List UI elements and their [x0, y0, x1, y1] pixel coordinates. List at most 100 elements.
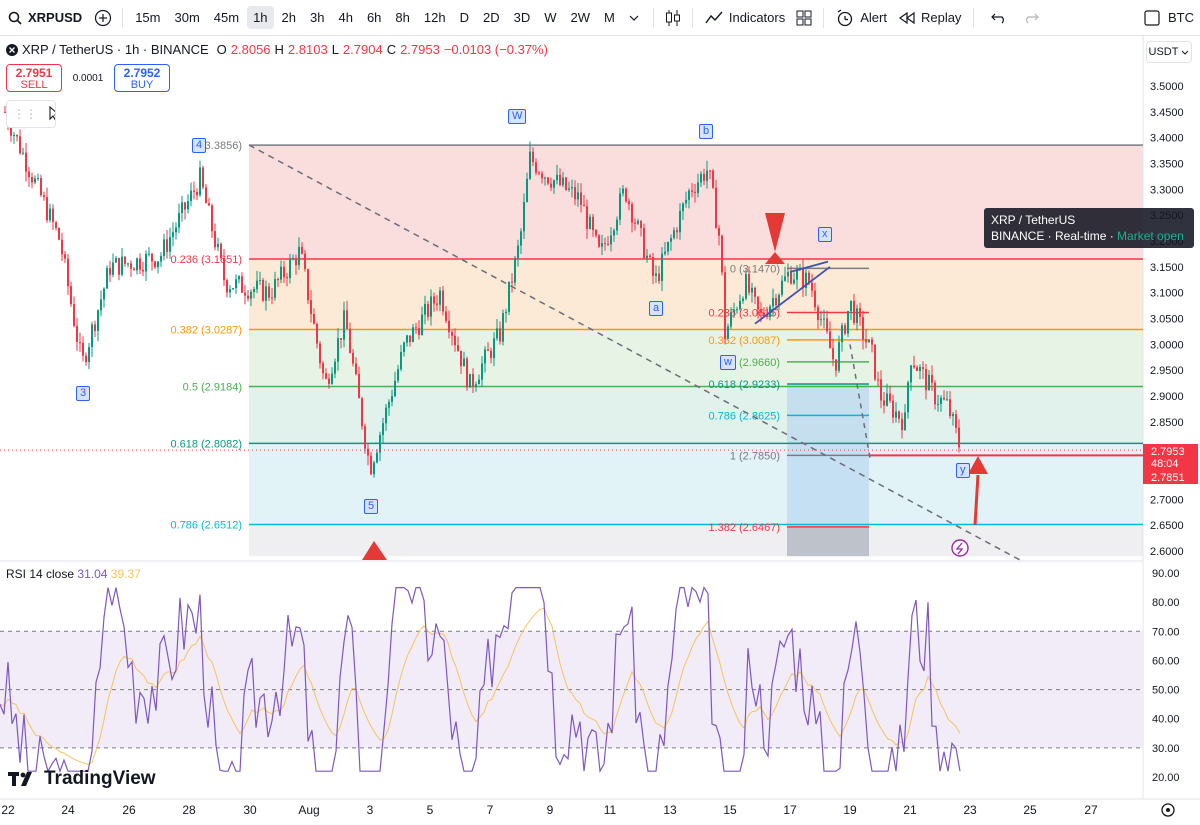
rsi-value: 31.04 [77, 567, 108, 581]
wave-label-b[interactable]: b [699, 124, 714, 139]
fib-level-label: 0.382 (3.0287) [170, 325, 242, 337]
buy-button[interactable]: 2.7952 BUY [114, 64, 170, 92]
interval-45m[interactable]: 45m [208, 6, 245, 29]
candle-body [28, 171, 30, 178]
candle-body [628, 201, 630, 205]
layout-grid-icon[interactable] [791, 5, 817, 31]
candle-body [493, 338, 495, 359]
candle-body [829, 331, 831, 349]
candle-body [679, 211, 681, 233]
sell-price: 2.7951 [15, 66, 53, 80]
interval-2w[interactable]: 2W [565, 6, 597, 29]
candle-body [859, 308, 861, 317]
lightning-icon[interactable] [951, 539, 969, 557]
wave-label-5[interactable]: 5 [364, 499, 379, 514]
interval-w[interactable]: W [538, 6, 562, 29]
currency-selector[interactable]: USDT [1146, 41, 1192, 63]
candles-icon[interactable] [660, 5, 686, 31]
time-axis-label: 11 [604, 803, 617, 817]
wave-label-x[interactable]: x [818, 227, 832, 242]
candle-body [115, 257, 117, 263]
interval-6h[interactable]: 6h [361, 6, 387, 29]
candle-body [802, 268, 804, 288]
wave-label-w[interactable]: W [508, 109, 527, 124]
drag-handle[interactable]: ⋮⋮ [6, 100, 56, 128]
interval-3d[interactable]: 3D [508, 6, 537, 29]
candle-body [943, 397, 945, 400]
candle-body [745, 274, 747, 299]
interval-m[interactable]: M [598, 6, 621, 29]
candle-body [640, 220, 642, 228]
candle-body [406, 335, 408, 343]
candle-body [592, 216, 594, 230]
price-axis-label: 2.9500 [1150, 365, 1184, 377]
candle-body [934, 382, 936, 405]
candle-body [889, 393, 891, 401]
countdown-value: 48:04 [1151, 458, 1179, 470]
price-chart[interactable]: 0 (3.3856)0.236 (3.1651)0.382 (3.0287)0.… [0, 36, 1200, 825]
close-icon[interactable] [6, 43, 18, 56]
candle-body [511, 281, 513, 283]
candle-body [244, 292, 246, 296]
interval-1h[interactable]: 1h [247, 6, 274, 29]
candle-body [613, 230, 615, 236]
interval-4h[interactable]: 4h [332, 6, 358, 29]
candle-body [625, 188, 627, 202]
wave-label-4[interactable]: 4 [192, 138, 207, 153]
candle-body [913, 365, 915, 368]
candle-body [40, 178, 42, 196]
rsi-legend: RSI 14 close 31.04 39.37 [6, 567, 141, 581]
time-axis-label: 15 [723, 803, 737, 817]
fib-level-label: 0.618 (2.8082) [170, 438, 242, 450]
candle-body [637, 220, 639, 224]
time-axis-label: 28 [182, 803, 196, 817]
interval-2d[interactable]: 2D [477, 6, 506, 29]
symbol-search[interactable]: XRPUSD [0, 10, 90, 25]
buy-price: 2.7952 [123, 66, 161, 80]
candle-body [850, 300, 852, 312]
sell-button[interactable]: 2.7951 SELL [6, 64, 62, 92]
interval-15m[interactable]: 15m [129, 6, 166, 29]
candle-body [61, 239, 63, 255]
replay-button[interactable]: Replay [893, 6, 967, 29]
wave-label-3[interactable]: 3 [76, 386, 91, 401]
compare-symbol[interactable]: BTC [1138, 6, 1200, 30]
candle-body [556, 174, 558, 181]
interval-8h[interactable]: 8h [389, 6, 415, 29]
wave-label-y[interactable]: y [956, 463, 970, 478]
candle-body [538, 172, 540, 174]
interval-30m[interactable]: 30m [168, 6, 205, 29]
candle-body [535, 162, 537, 173]
candle-body [868, 339, 870, 343]
candle-body [568, 188, 570, 190]
candle-body [22, 152, 24, 154]
candle-body [103, 288, 105, 300]
redo-icon[interactable] [1018, 5, 1044, 31]
indicators-button[interactable]: Indicators [699, 6, 791, 29]
candle-body [409, 335, 411, 342]
interval-12h[interactable]: 12h [418, 6, 452, 29]
wave-label-a[interactable]: a [649, 301, 664, 316]
time-axis-label: 21 [903, 803, 917, 817]
wave-label-w[interactable]: w [720, 355, 736, 370]
candle-body [376, 452, 378, 463]
candle-body [946, 399, 948, 401]
interval-3h[interactable]: 3h [304, 6, 330, 29]
candle-body [124, 256, 126, 264]
candle-body [217, 243, 219, 248]
undo-icon[interactable] [986, 5, 1012, 31]
interval-d[interactable]: D [454, 6, 475, 29]
candle-body [76, 326, 78, 343]
alert-button[interactable]: Alert [830, 5, 893, 31]
candle-body [922, 367, 924, 369]
candle-body [532, 151, 534, 163]
chevron-down-icon[interactable] [621, 5, 647, 31]
candle-body [187, 200, 189, 210]
candle-body [211, 205, 213, 232]
candle-body [445, 311, 447, 321]
tradingview-logo: TradingView [8, 768, 156, 790]
candle-body [904, 412, 906, 431]
add-symbol-icon[interactable] [90, 5, 116, 31]
interval-2h[interactable]: 2h [276, 6, 302, 29]
symbol-name: XRPUSD [28, 10, 83, 25]
